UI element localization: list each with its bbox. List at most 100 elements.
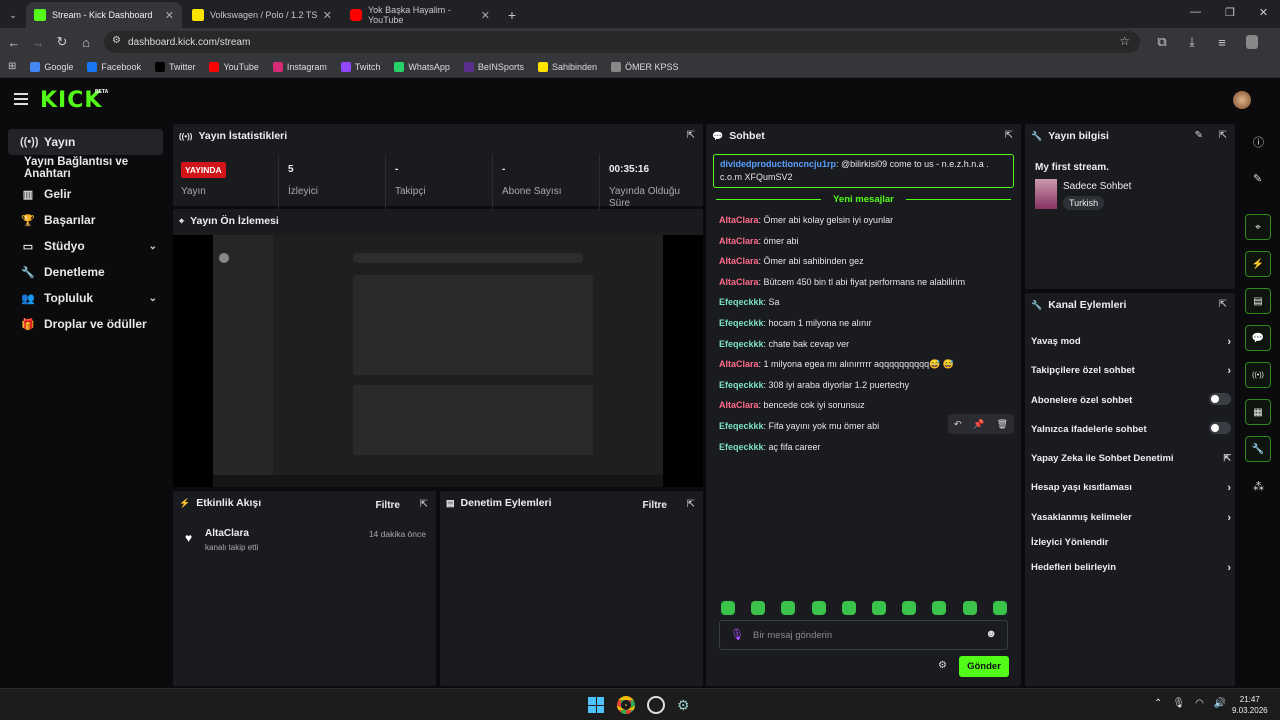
filter-button[interactable]: Filtre: [376, 500, 400, 511]
pin-icon[interactable]: 📌: [973, 419, 984, 430]
close-window-icon[interactable]: ✕: [1259, 6, 1268, 19]
edit-icon[interactable]: ✎: [1253, 172, 1262, 185]
emote-icon[interactable]: [902, 601, 917, 615]
reload-icon[interactable]: ↻: [50, 30, 74, 54]
sidebar-item-studyo[interactable]: ▭ Stüdyo ⌄: [8, 233, 163, 259]
emote-icon[interactable]: [751, 601, 766, 615]
bookmark-instagram[interactable]: Instagram: [272, 61, 327, 72]
download-icon[interactable]: ⤓: [1180, 30, 1204, 54]
chat-settings-icon[interactable]: ⚙: [938, 660, 947, 671]
volume-icon[interactable]: 🔊: [1214, 698, 1226, 709]
sidebar-item-gelir[interactable]: ▥ Gelir: [8, 181, 163, 207]
chat-input[interactable]: 🎙 Bir mesaj gönderin ☻: [719, 620, 1008, 650]
chat-message[interactable]: Efeqeckkk: 308 iyi araba diyorlar 1.2 pu…: [719, 380, 909, 390]
emote-icon[interactable]: [872, 601, 886, 615]
close-tab-icon[interactable]: ✕: [323, 9, 332, 22]
emoji-picker-icon[interactable]: ☻: [985, 628, 997, 640]
sidebar-item-denetleme[interactable]: 🔧 Denetleme: [8, 259, 163, 285]
rail-stats-button[interactable]: ▦: [1245, 399, 1271, 425]
chat-username[interactable]: Efeqeckkk: [719, 380, 764, 390]
chat-message[interactable]: Efeqeckkk: aç fifa career: [719, 442, 821, 452]
channel-action-abonelere-zel-sohbet[interactable]: Abonelere özel sohbet: [1031, 393, 1231, 406]
rail-mod-actions-button[interactable]: ▤: [1245, 288, 1271, 314]
channel-action-yaln-zca-ifadelerle-sohbet[interactable]: Yalnızca ifadelerle sohbet: [1031, 422, 1231, 435]
menu-icon[interactable]: ⋮: [1270, 30, 1280, 54]
rail-broadcast-button[interactable]: ((•)): [1245, 362, 1271, 388]
chat-message[interactable]: Efeqeckkk: hocam 1 milyona ne alınır: [719, 318, 872, 328]
emote-icon[interactable]: [992, 601, 1007, 615]
sidebar-item-yayin[interactable]: ((•)) Yayın: [8, 129, 163, 155]
bookmark-twitch[interactable]: Twitch: [340, 61, 380, 72]
emote-icon[interactable]: [841, 601, 856, 615]
chat-username[interactable]: AltaClara: [719, 215, 759, 225]
chevron-up-icon[interactable]: ⌃: [1154, 698, 1162, 709]
chrome-icon[interactable]: [617, 696, 635, 714]
back-icon[interactable]: ←: [2, 30, 26, 54]
popout-icon[interactable]: ⇱: [1219, 130, 1227, 141]
filter-button[interactable]: Filtre: [643, 500, 667, 511]
reply-icon[interactable]: ↶: [954, 419, 962, 430]
close-tab-icon[interactable]: ✕: [481, 9, 490, 22]
chat-message[interactable]: AltaClara: bencede cok iyi sorunsuz: [719, 400, 865, 410]
channel-action-takip-ilere-zel-sohbet[interactable]: Takipçilere özel sohbet ›: [1031, 365, 1231, 377]
channel-action-yapay-zeka-ile-sohbet-denetimi[interactable]: Yapay Zeka ile Sohbet Denetimi ⇱: [1031, 453, 1231, 464]
sidebar-item-droplar[interactable]: 🎁 Droplar ve ödüller: [8, 311, 163, 337]
channel-action-i-zleyici-y-nlendir[interactable]: İzleyici Yönlendir: [1031, 537, 1231, 548]
category-name[interactable]: Sadece Sohbet: [1063, 181, 1131, 192]
rail-chat-button[interactable]: 💬: [1245, 325, 1271, 351]
bookmark-star-icon[interactable]: ☆: [1119, 34, 1130, 48]
bookmark-facebook[interactable]: Facebook: [87, 61, 141, 72]
chat-username[interactable]: AltaClara: [719, 256, 759, 266]
popout-icon[interactable]: ⇱: [1219, 299, 1227, 310]
emote-icon[interactable]: [811, 601, 826, 615]
obs-icon[interactable]: [647, 696, 665, 714]
emote-icon[interactable]: [721, 601, 735, 615]
kick-logo[interactable]: KICK: [40, 88, 102, 113]
microphone-icon[interactable]: 🎙: [1172, 698, 1185, 709]
channel-action-yasaklanm-kelimeler[interactable]: Yasaklanmış kelimeler ›: [1031, 512, 1231, 524]
toggle-switch[interactable]: [1209, 393, 1231, 405]
chat-username[interactable]: Efeqeckkk: [719, 297, 764, 307]
start-icon[interactable]: [588, 697, 604, 713]
sidebar-item-basarilar[interactable]: 🏆 Başarılar: [8, 207, 163, 233]
bookmark-beinsports[interactable]: BeINSports: [463, 61, 524, 72]
chat-username[interactable]: Efeqeckkk: [719, 442, 764, 452]
tab-kick-dashboard[interactable]: Stream - Kick Dashboard ✕: [26, 2, 182, 28]
chat-message[interactable]: AltaClara: Ömer abi sahibinden gez: [719, 256, 864, 266]
pinned-message[interactable]: dividedproductioncncju1rp: @bilirkisi09 …: [713, 154, 1014, 188]
emote-icon[interactable]: [781, 601, 796, 615]
rail-tools-button[interactable]: 🔧: [1245, 436, 1271, 462]
profile-avatar-icon[interactable]: [1240, 30, 1264, 54]
tab-youtube[interactable]: Yok Başka Hayalim - YouTube ✕: [342, 2, 498, 28]
chat-username[interactable]: AltaClara: [719, 359, 759, 369]
bookmark-twitter[interactable]: Twitter: [154, 61, 195, 72]
bookmark-whatsapp[interactable]: WhatsApp: [394, 61, 450, 72]
minimize-icon[interactable]: —: [1190, 6, 1201, 19]
bookmark-sahibinden[interactable]: Sahibinden: [537, 61, 597, 72]
info-icon[interactable]: ⓘ: [1253, 134, 1264, 150]
tab-search-button[interactable]: ⌄: [4, 2, 22, 28]
chat-username[interactable]: Efeqeckkk: [719, 318, 764, 328]
new-tab-button[interactable]: +: [502, 2, 522, 28]
chat-message[interactable]: Efeqeckkk: chate bak cevap ver: [719, 339, 849, 349]
toggle-switch[interactable]: [1209, 422, 1231, 434]
tab-volkswagen[interactable]: Volkswagen / Polo / 1.2 TSI / Al ✕: [184, 2, 340, 28]
send-button[interactable]: Gönder: [959, 656, 1009, 677]
microphone-icon[interactable]: 🎙: [730, 628, 744, 641]
address-bar[interactable]: ⚙ dashboard.kick.com/stream ☆: [104, 31, 1140, 53]
hamburger-menu-icon[interactable]: [14, 93, 28, 105]
close-tab-icon[interactable]: ✕: [165, 9, 174, 22]
emote-icon[interactable]: [962, 601, 977, 615]
emote-icon[interactable]: ⁂: [1253, 480, 1264, 493]
chat-username[interactable]: AltaClara: [719, 277, 759, 287]
rail-activity-button[interactable]: ⚡: [1245, 251, 1271, 277]
chat-username[interactable]: AltaClara: [719, 236, 759, 246]
clock[interactable]: 21:47 9.03.2026: [1232, 694, 1268, 716]
sidebar-item-stream-key[interactable]: Yayın Bağlantısı ve Anahtarı: [8, 155, 163, 181]
emote-icon[interactable]: [932, 601, 947, 615]
bookmark-google[interactable]: Google: [30, 61, 73, 72]
chat-username[interactable]: AltaClara: [719, 400, 759, 410]
settings-icon[interactable]: ⚙: [677, 697, 690, 714]
reading-list-icon[interactable]: ≡: [1210, 30, 1234, 54]
bookmark-youtube[interactable]: YouTube: [209, 61, 259, 72]
